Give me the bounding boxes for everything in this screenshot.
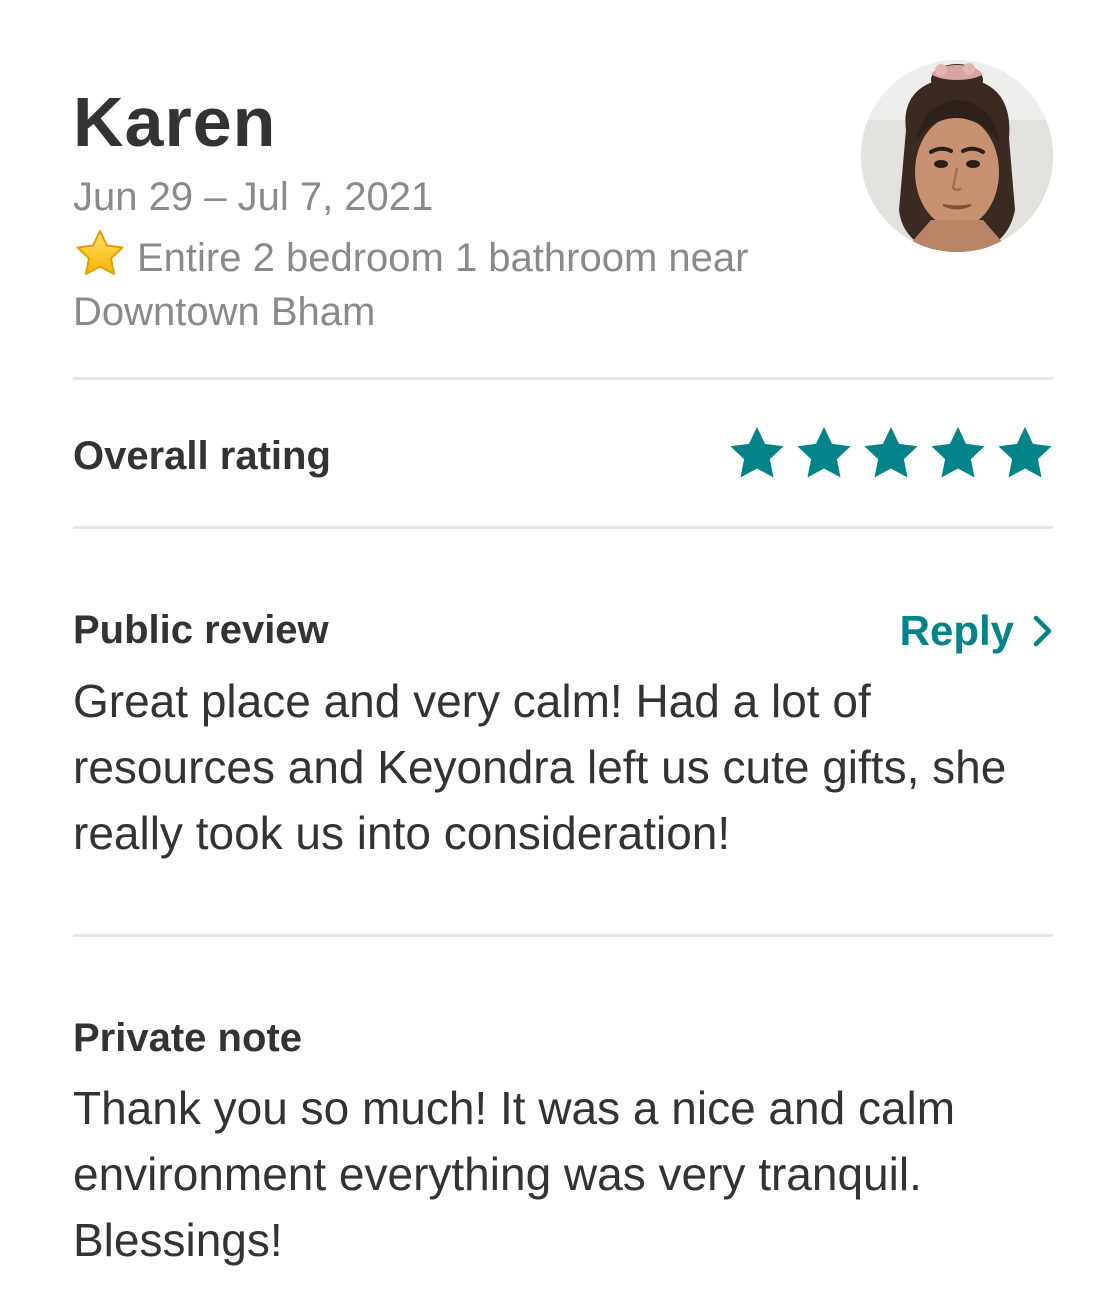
overall-rating-label: Overall rating [73,434,331,478]
rating-star-icon [864,426,918,478]
reply-label: Reply [899,607,1014,654]
listing-title: Entire 2 bedroom 1 bathroom near Downtow… [73,236,749,334]
private-note-title: Private note [73,1016,302,1060]
stay-dates: Jun 29 – Jul 7, 2021 [73,175,434,219]
divider [73,377,1053,380]
divider [73,934,1053,937]
divider [73,526,1053,529]
reply-button[interactable]: Reply [900,605,1054,657]
rating-star-icon [730,426,784,478]
chevron-right-icon [1033,615,1052,647]
overall-rating-stars [726,423,1056,489]
public-review-title: Public review [73,608,329,652]
guest-avatar[interactable] [861,60,1053,252]
rating-star-icon [931,426,985,478]
listing-info: Entire 2 bedroom 1 bathroom near Downtow… [73,227,813,339]
guest-name: Karen [73,83,277,161]
private-note-text: Thank you so much! It was a nice and cal… [73,1082,956,1266]
star-emoji-icon [76,230,124,276]
review-header: Karen Jun 29 – Jul 7, 2021 Entire 2 bedr… [73,82,833,339]
review-detail-page: Karen Jun 29 – Jul 7, 2021 Entire 2 bedr… [0,0,1100,1297]
guest-avatar-icon [861,60,1053,252]
rating-star-icon [797,426,851,478]
public-review-text: Great place and very calm! Had a lot of … [73,675,1007,859]
rating-star-icon [998,426,1052,478]
